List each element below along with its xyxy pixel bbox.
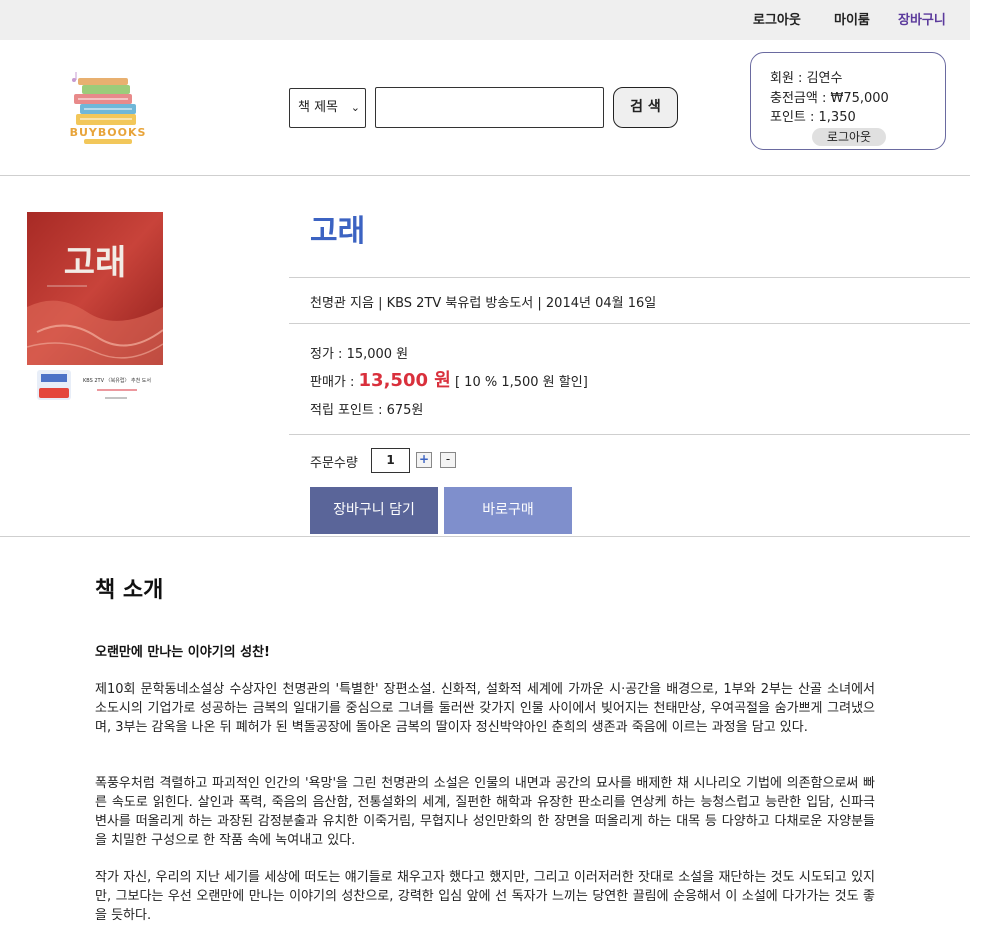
sale-price-label: 판매가 : [310,375,359,390]
intro-heading: 책 소개 [95,578,164,603]
cover-badge-text: KBS 2TV 〈북유럽〉 추천 도서 [83,377,151,384]
top-nav-bar: 로그아웃 마이룸 장바구니 [0,0,970,40]
divider [289,434,970,435]
book-meta: 천명관 지음 | KBS 2TV 북유럽 방송도서 | 2014년 04월 16… [310,296,657,311]
sale-price-row: 판매가 : 13,500 원 [ 10 % 1,500 원 할인] [310,366,588,392]
book-title: 고래 [310,214,366,249]
intro-paragraph: 폭풍우처럼 격렬하고 파괴적인 인간의 '욕망'을 그린 천명관의 소설은 인물… [95,776,875,848]
cover-title: 고래 [64,243,127,283]
sale-price: 13,500 원 [358,370,451,391]
site-header: BUYBOOKS 책 제목 ⌄ 검 색 회원 : 김연수 충전금액 : ₩75,… [0,40,970,176]
chevron-down-icon: ⌄ [350,101,360,114]
search-button[interactable]: 검 색 [613,87,678,128]
quantity-decrease-button[interactable]: - [440,452,456,468]
book-cover-image: 고래 KBS 2TV 〈북유럽〉 추천 도서 [27,212,163,405]
top-cart-link[interactable]: 장바구니 [898,9,946,28]
intro-paragraph: 제10회 문학동네소설상 수상자인 천명관의 '특별한' 장편소설. 신화적, … [95,682,875,735]
intro-subtitle: 오랜만에 만나는 이야기의 성찬! [95,645,270,660]
discount-info: [ 10 % 1,500 원 할인] [454,375,588,390]
divider [289,277,970,278]
top-logout-link[interactable]: 로그아웃 [753,9,801,28]
list-price: 정가 : 15,000 원 [310,347,409,362]
buybooks-logo[interactable]: BUYBOOKS [60,70,156,146]
add-to-cart-button[interactable]: 장바구니 담기 [310,487,438,534]
top-mypage-link[interactable]: 마이룸 [834,9,870,28]
logo-wordmark: BUYBOOKS [70,126,147,139]
intro-paragraph: 작가 자신, 우리의 지난 세기를 세상에 떠도는 얘기들로 채우고자 했다고 … [95,870,875,923]
search-input[interactable] [375,87,604,128]
divider [289,323,970,324]
member-points: 포인트 : 1,350 [770,110,856,125]
member-name: 회원 : 김연수 [770,71,843,86]
reward-points: 적립 포인트 : 675원 [310,403,424,418]
quantity-increase-button[interactable]: + [416,452,432,468]
member-logout-button[interactable]: 로그아웃 [812,128,886,146]
quantity-label: 주문수량 [310,456,358,471]
search-category-select[interactable]: 책 제목 ⌄ [289,88,366,128]
buy-now-button[interactable]: 바로구매 [444,487,572,534]
member-charge-amount: 충전금액 : ₩75,000 [770,91,889,106]
quantity-input[interactable]: 1 [371,448,410,473]
member-info-box: 회원 : 김연수 충전금액 : ₩75,000 포인트 : 1,350 로그아웃 [750,52,946,150]
divider [0,536,970,537]
search-category-value: 책 제목 [298,100,339,115]
